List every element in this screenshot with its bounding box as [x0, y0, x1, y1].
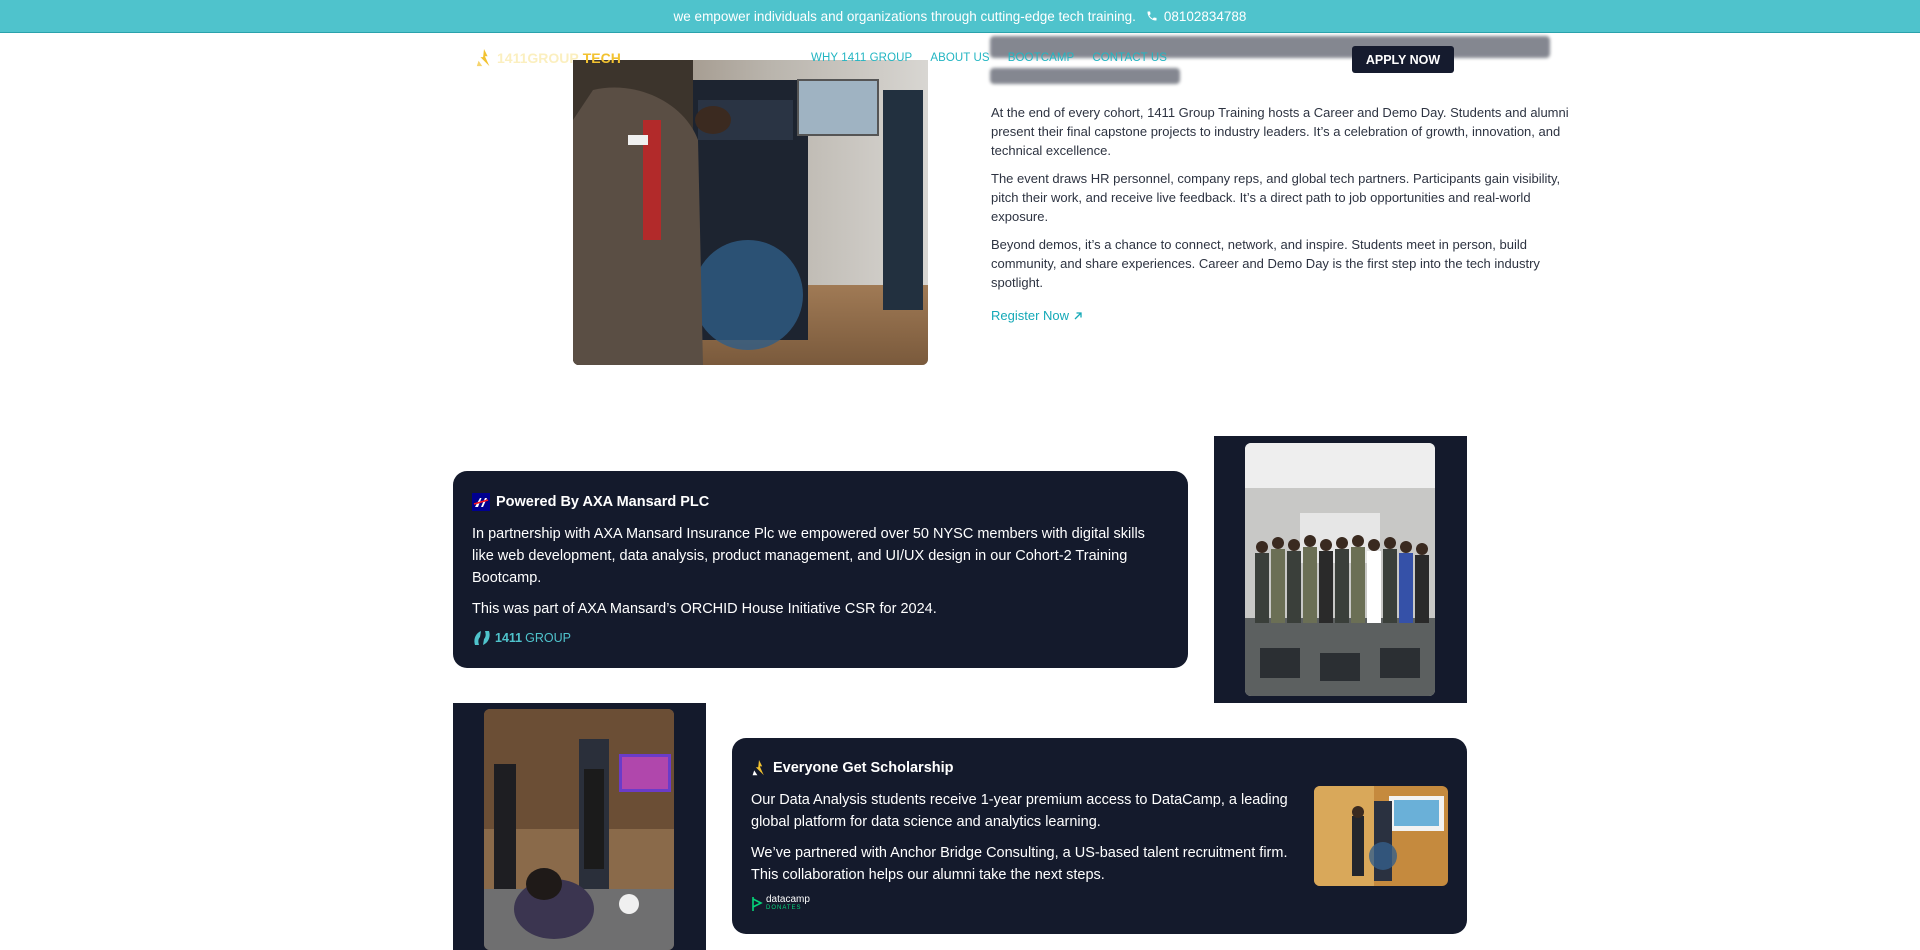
site-logo[interactable]: 1411GROUP TECH [475, 48, 621, 68]
nav-about-us[interactable]: ABOUT US [930, 52, 989, 64]
1411group-logo: 1411 GROUP [472, 629, 1169, 647]
main-nav: WHY 1411 GROUP ABOUT US BOOTCAMP CONTACT… [811, 52, 1167, 64]
career-day-photo [573, 60, 928, 365]
career-day-paragraph: The event draws HR personnel, company re… [991, 171, 1561, 224]
datacamp-logo-sub: DONATES [766, 905, 802, 911]
logo-flame-icon [476, 49, 490, 67]
arrow-up-right-icon [1074, 311, 1082, 319]
axa-paragraph: In partnership with AXA Mansard Insuranc… [472, 526, 1145, 586]
register-now-link[interactable]: Register Now [991, 308, 1083, 323]
logo-text-group: 1411GROUP [497, 50, 579, 66]
axa-paragraph: This was part of AXA Mansard’s ORCHID Ho… [472, 601, 937, 617]
axa-logo-icon [472, 493, 490, 511]
axa-partnership-card: Powered By AXA Mansard PLC In partnershi… [453, 471, 1188, 668]
scholarship-paragraph: Our Data Analysis students receive 1-yea… [751, 792, 1288, 830]
phone-icon [1147, 11, 1157, 21]
1411group-logo-light: GROUP [525, 631, 571, 645]
scholarship-card-title: Everyone Get Scholarship [751, 759, 1448, 777]
nav-why-1411-group[interactable]: WHY 1411 GROUP [811, 52, 912, 64]
scholarship-photo [1314, 786, 1448, 886]
axa-title-text: Powered By AXA Mansard PLC [496, 494, 710, 510]
career-day-paragraph: At the end of every cohort, 1411 Group T… [991, 105, 1569, 158]
phone-contact[interactable]: 08102834788 [1146, 8, 1247, 24]
scholarship-paragraph: We’ve partnered with Anchor Bridge Consu… [751, 845, 1288, 883]
scholarship-card: Everyone Get Scholarship Our Data Analys… [732, 738, 1467, 934]
site-header: 1411GROUP TECH WHY 1411 GROUP ABOUT US B… [0, 33, 1920, 85]
career-day-paragraph: Beyond demos, it’s a chance to connect, … [991, 237, 1540, 290]
axa-card-body: In partnership with AXA Mansard Insuranc… [472, 523, 1169, 620]
1411group-logo-bold: 1411 [495, 631, 523, 645]
nav-bootcamp[interactable]: BOOTCAMP [1008, 52, 1075, 64]
presentation-photo [484, 709, 674, 950]
phone-number: 08102834788 [1163, 8, 1247, 24]
datacamp-donates-logo: datacamp DONATES [751, 895, 1448, 913]
register-now-label: Register Now [991, 308, 1070, 323]
scholarship-card-body: Our Data Analysis students receive 1-yea… [751, 789, 1291, 886]
scholarship-title-text: Everyone Get Scholarship [773, 760, 954, 776]
announcement-text: we empower individuals and organizations… [673, 8, 1136, 24]
cohort-group-photo [1245, 443, 1435, 696]
1411group-logo-icon [474, 631, 490, 645]
cohort-group-photo-panel [1214, 436, 1467, 703]
presentation-photo-panel [453, 703, 706, 950]
axa-card-title: Powered By AXA Mansard PLC [472, 493, 1169, 511]
apply-now-button[interactable]: APPLY NOW [1352, 46, 1454, 73]
announcement-bar: we empower individuals and organizations… [0, 0, 1920, 33]
career-day-description: At the end of every cohort, 1411 Group T… [991, 103, 1591, 301]
nav-contact-us[interactable]: CONTACT US [1092, 52, 1167, 64]
datacamp-logo-icon [752, 897, 763, 911]
logo-text-tech: TECH [582, 50, 621, 66]
logo-flame-icon [752, 760, 764, 776]
